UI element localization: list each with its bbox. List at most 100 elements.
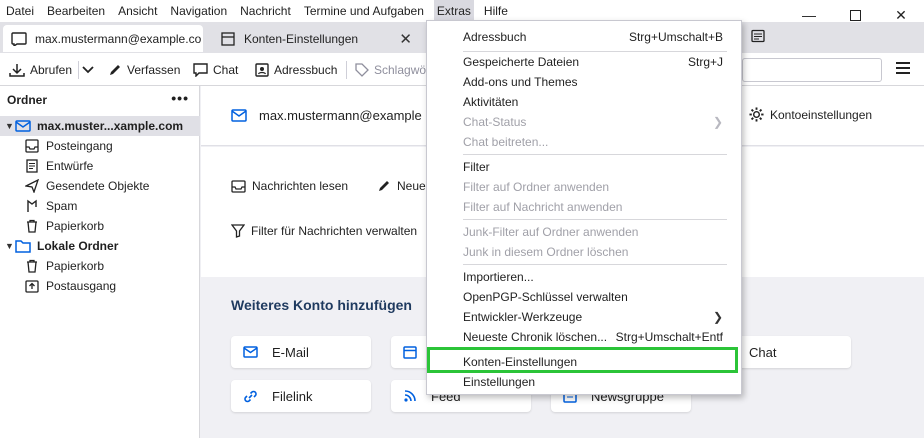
folder-spam[interactable]: Spam (0, 196, 200, 216)
folder-posteingang[interactable]: Posteingang (0, 136, 200, 156)
collapse-arrow-icon[interactable]: ▼ (5, 121, 15, 131)
hamburger-menu-icon[interactable] (896, 62, 910, 77)
account-settings-button[interactable]: Kontoeinstellungen (749, 107, 872, 122)
folder-label: Gesendete Objekte (46, 179, 150, 193)
menuitem-entwickler[interactable]: Entwickler-Werkzeuge ❯ (427, 307, 741, 327)
menu-extras[interactable]: Extras (433, 0, 474, 22)
folder-gesendete[interactable]: Gesendete Objekte (0, 176, 200, 196)
account-label: max.muster...xample.com (37, 119, 184, 133)
filelink-card[interactable]: Filelink (231, 380, 371, 412)
schlagwoerter-button[interactable]: Schlagwö (355, 59, 426, 81)
chat-button[interactable]: Chat (193, 59, 238, 81)
settings-tab-icon (220, 31, 236, 47)
chat-label: Chat (213, 63, 239, 77)
submenu-arrow-icon: ❯ (712, 310, 723, 324)
menuitem-label: Aktivitäten (463, 95, 519, 109)
local-folder-postausgang[interactable]: Postausgang (0, 276, 200, 296)
read-messages-label: Nachrichten lesen (252, 179, 349, 193)
menu-navigation[interactable]: Navigation (167, 0, 230, 22)
menuitem-filter[interactable]: Filter (427, 157, 741, 177)
close-tab-icon[interactable]: ✕ (399, 30, 412, 48)
menu-bearbeiten[interactable]: Bearbeiten (44, 0, 108, 22)
manage-filters-button[interactable]: Filter für Nachrichten verwalten (231, 224, 417, 238)
menu-hilfe[interactable]: Hilfe (481, 0, 511, 22)
menuitem-label: OpenPGP-Schlüssel verwalten (463, 290, 628, 304)
menu-termine[interactable]: Termine und Aufgaben (301, 0, 427, 22)
read-messages-button[interactable]: Nachrichten lesen (231, 179, 348, 193)
menuitem-label: Chat beitreten... (463, 135, 549, 149)
folder-entwuerfe[interactable]: Entwürfe (0, 156, 200, 176)
folder-icon (15, 238, 31, 254)
gear-icon (749, 107, 764, 122)
menu-datei[interactable]: Datei (3, 0, 37, 22)
menuitem-label: Filter auf Nachricht anwenden (463, 200, 623, 214)
menuitem-label: Adressbuch (463, 30, 527, 44)
menu-ansicht[interactable]: Ansicht (115, 0, 160, 22)
toolbar-divider (78, 61, 79, 79)
menuitem-filter-ordner[interactable]: Filter auf Ordner anwenden (427, 177, 741, 197)
account-folder[interactable]: ▼ max.muster...xample.com (0, 116, 200, 136)
folder-label: Papierkorb (46, 259, 105, 273)
menuitem-aktivitaeten[interactable]: Aktivitäten (427, 92, 741, 112)
menuitem-chat-status[interactable]: Chat-Status ❯ (427, 112, 741, 132)
menuitem-adressbuch[interactable]: Adressbuch Strg+Umschalt+B (427, 27, 741, 47)
pencil-icon (379, 181, 389, 191)
folder-pane-title: Ordner (7, 93, 48, 107)
chat-icon (193, 63, 208, 77)
tab-account-settings[interactable]: Konten-Einstellungen ✕ (212, 25, 422, 52)
menuitem-label: Filter (463, 160, 490, 174)
collapse-arrow-icon[interactable]: ▼ (5, 241, 15, 251)
email-card[interactable]: E-Mail (231, 336, 371, 368)
folder-label: Postausgang (46, 279, 117, 293)
menuitem-filter-nachricht[interactable]: Filter auf Nachricht anwenden (427, 197, 741, 217)
menuitem-importieren[interactable]: Importieren... (427, 267, 741, 287)
menuitem-label: Add-ons und Themes (463, 75, 578, 89)
schlagwoerter-label: Schlagwö (374, 63, 427, 77)
abrufen-label: Abrufen (30, 63, 73, 77)
menuitem-label: Einstellungen (463, 375, 536, 389)
extras-menu: Adressbuch Strg+Umschalt+B Gespeicherte D… (426, 20, 742, 395)
toolbar-divider (346, 61, 347, 79)
menuitem-junk-filter[interactable]: Junk-Filter auf Ordner anwenden (427, 222, 741, 242)
menuitem-chronik[interactable]: Neueste Chronik löschen... Strg+Umschalt+… (427, 327, 741, 347)
calendar-tab-icon[interactable] (748, 26, 768, 46)
spam-icon (24, 198, 40, 214)
link-icon (244, 390, 257, 402)
adressbuch-button[interactable]: Adressbuch (255, 59, 337, 81)
verfassen-button[interactable]: Verfassen (108, 59, 180, 81)
search-input[interactable] (742, 58, 882, 82)
inbox-icon (24, 138, 40, 154)
menuitem-einstellungen[interactable]: Einstellungen (427, 372, 741, 392)
menuitem-addons[interactable]: Add-ons und Themes (427, 72, 741, 92)
submenu-arrow-icon: ❯ (712, 115, 723, 129)
trash-icon (24, 218, 40, 234)
abrufen-dropdown-icon[interactable] (82, 59, 99, 81)
menuitem-chat-beitreten[interactable]: Chat beitreten... (427, 132, 741, 152)
sent-icon (24, 178, 40, 194)
trash-icon (24, 258, 40, 274)
new-message-button[interactable]: Neue (377, 179, 426, 193)
menuitem-gespeicherte-dateien[interactable]: Gespeicherte Dateien Strg+J (427, 52, 741, 72)
menu-nachricht[interactable]: Nachricht (237, 0, 294, 22)
card-label: E-Mail (272, 344, 309, 360)
abrufen-button[interactable]: Abrufen (9, 59, 72, 81)
folder-label: Posteingang (46, 139, 113, 153)
menu-separator (463, 264, 727, 265)
inbox-icon (231, 179, 246, 193)
menuitem-shortcut: Strg+J (687, 55, 723, 69)
account-title-text: max.mustermann@example (259, 108, 422, 123)
mail-icon (231, 109, 247, 122)
local-folders[interactable]: ▼ Lokale Ordner (0, 236, 200, 256)
menuitem-junk-loeschen[interactable]: Junk in diesem Ordner löschen (427, 242, 741, 262)
folder-label: Papierkorb (46, 219, 105, 233)
tab-mail[interactable]: max.mustermann@example.co (3, 25, 203, 52)
tab-label: max.mustermann@example.co (35, 31, 202, 46)
menuitem-openpgp[interactable]: OpenPGP-Schlüssel verwalten (427, 287, 741, 307)
more-options-icon[interactable]: ••• (171, 90, 189, 106)
drafts-icon (24, 158, 40, 174)
folder-papierkorb[interactable]: Papierkorb (0, 216, 200, 236)
mail-tab-icon (11, 31, 27, 47)
tag-icon (355, 63, 369, 77)
menuitem-shortcut: Strg+Umschalt+B (628, 30, 723, 44)
local-folder-papierkorb[interactable]: Papierkorb (0, 256, 200, 276)
